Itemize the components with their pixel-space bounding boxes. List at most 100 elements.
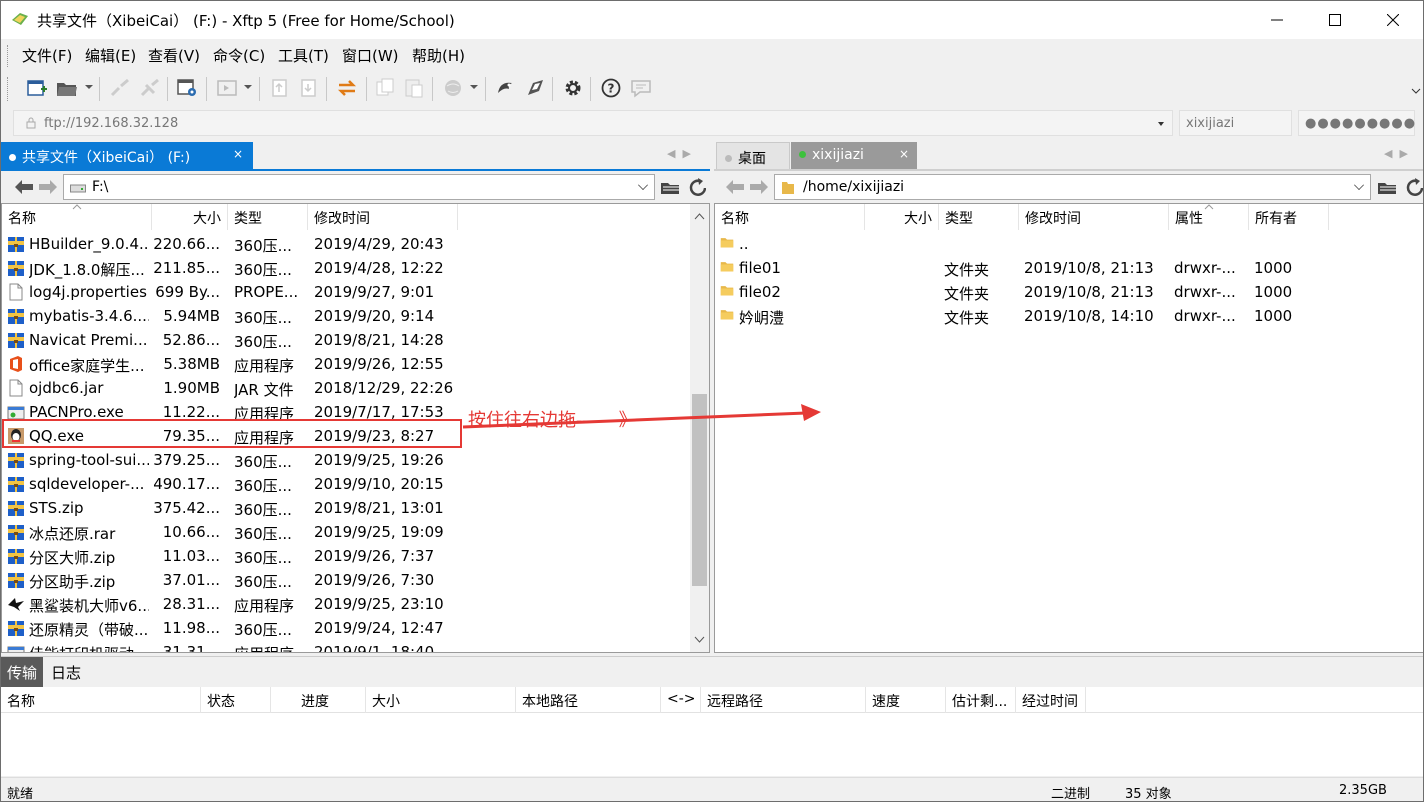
- file-row[interactable]: 黑鲨装机大师v6... 28.31... 应用程序 2019/9/25, 23:10: [2, 592, 709, 616]
- xftp-new-icon[interactable]: [523, 77, 547, 99]
- xcol-remote-path[interactable]: 远程路径: [701, 687, 866, 713]
- file-row[interactable]: 分区助手.zip 37.01... 360压... 2019/9/26, 7:30: [2, 568, 709, 592]
- file-row[interactable]: 佳能打印机驱动... 31.31... 应用程序 2019/9/1, 18:40: [2, 640, 709, 652]
- xcol-name[interactable]: 名称: [1, 687, 201, 713]
- local-path-field[interactable]: F:\: [63, 174, 655, 200]
- open-dropdown-arrow[interactable]: [85, 85, 93, 89]
- folder-refresh-icon[interactable]: [1377, 176, 1423, 198]
- file-modified: 2019/9/24, 12:47: [314, 619, 444, 637]
- maximize-button[interactable]: [1306, 1, 1364, 39]
- sync-transfer-icon[interactable]: [335, 77, 359, 99]
- xcol-progress[interactable]: 进度: [271, 687, 366, 713]
- chat-icon[interactable]: [629, 77, 653, 99]
- properties-icon[interactable]: [175, 77, 199, 99]
- xshell-icon[interactable]: [494, 77, 518, 99]
- file-row[interactable]: spring-tool-sui... 379.25... 360压... 2019/9…: [2, 448, 709, 472]
- file-type: 360压...: [234, 237, 292, 255]
- remote-file-row[interactable]: ..: [715, 232, 1423, 256]
- file-row[interactable]: log4j.properties 699 By... PROPE... 2019/9/…: [2, 280, 709, 304]
- tab-close-icon[interactable]: ×: [233, 147, 243, 161]
- file-row[interactable]: JDK_1.8.0解压... 211.85... 360压... 2019/4/28,…: [2, 256, 709, 280]
- terminal-dropdown-arrow[interactable]: [244, 85, 252, 89]
- xcol-speed[interactable]: 速度: [866, 687, 946, 713]
- col-type[interactable]: 类型: [228, 204, 308, 230]
- xcol-elapsed[interactable]: 经过时间: [1016, 687, 1086, 713]
- remote-file-row[interactable]: file02 文件夹 2019/10/8, 21:13 drwxr-... 1000: [715, 280, 1423, 304]
- new-session-icon[interactable]: [25, 77, 49, 99]
- file-row[interactable]: mybatis-3.4.6.... 5.94MB 360压... 2019/9/20,…: [2, 304, 709, 328]
- toolbar-overflow-icon[interactable]: [1411, 85, 1421, 97]
- back-forward-icon[interactable]: [13, 178, 59, 196]
- tab-scroll-arrows-icon[interactable]: ◀ ▶: [1384, 147, 1408, 160]
- tab-local-share[interactable]: 共享文件（XibeiCai） (F:) ×: [1, 142, 253, 169]
- path-dropdown-arrow[interactable]: [638, 180, 648, 190]
- col-owner[interactable]: 所有者: [1249, 204, 1329, 230]
- globe-dropdown-arrow[interactable]: [470, 85, 478, 89]
- upload-icon[interactable]: [268, 77, 292, 99]
- file-row[interactable]: ojdbc6.jar 1.90MB JAR 文件 2018/12/29, 22:26: [2, 376, 709, 400]
- back-forward-icon[interactable]: [724, 178, 770, 196]
- password-field[interactable]: ●●●●●●●●●: [1298, 110, 1415, 136]
- col-size[interactable]: 大小: [865, 204, 939, 230]
- disconnect-icon[interactable]: [138, 77, 162, 99]
- svg-text:?: ?: [608, 82, 615, 96]
- file-attributes: drwxr-...: [1174, 283, 1236, 301]
- remote-pane: 桌面 xixijiazi × ◀ ▶ /home/xixijiazi 名称 大小…: [714, 139, 1423, 653]
- address-input[interactable]: ftp://192.168.32.128: [13, 110, 1173, 136]
- col-size[interactable]: 大小: [152, 204, 228, 230]
- path-dropdown-arrow[interactable]: [1354, 180, 1364, 190]
- xcol-direction[interactable]: <->: [661, 687, 701, 713]
- file-row[interactable]: HBuilder_9.0.4... 220.66... 360压... 2019/4/…: [2, 232, 709, 256]
- xcol-size[interactable]: 大小: [366, 687, 516, 713]
- tab-transfer[interactable]: 传输: [1, 657, 44, 687]
- file-row[interactable]: STS.zip 375.42... 360压... 2019/8/21, 13:01: [2, 496, 709, 520]
- address-dropdown-arrow[interactable]: [1158, 122, 1164, 126]
- file-row[interactable]: office家庭学生... 5.38MB 应用程序 2019/9/26, 12:55: [2, 352, 709, 376]
- file-row[interactable]: 还原精灵（带破... 11.98... 360压... 2019/9/24, 12:4…: [2, 616, 709, 640]
- file-row[interactable]: 冰点还原.rar 10.66... 360压... 2019/9/25, 19:09: [2, 520, 709, 544]
- tab-log[interactable]: 日志: [45, 657, 87, 687]
- xcol-eta[interactable]: 估计剩...: [946, 687, 1016, 713]
- file-row[interactable]: Navicat Premi... 52.86... 360压... 2019/8/21…: [2, 328, 709, 352]
- menu-edit[interactable]: 编辑(E): [85, 45, 136, 66]
- menu-view[interactable]: 查看(V): [148, 45, 200, 66]
- copy-icon[interactable]: [373, 77, 397, 99]
- col-modified[interactable]: 修改时间: [308, 204, 458, 230]
- tab-desktop[interactable]: 桌面: [716, 142, 790, 169]
- open-folder-icon[interactable]: [55, 77, 79, 99]
- folder-refresh-icon[interactable]: [660, 176, 706, 198]
- menu-help[interactable]: 帮助(H): [412, 45, 465, 66]
- paste-icon[interactable]: [402, 77, 426, 99]
- file-file-icon: [7, 283, 25, 301]
- col-type[interactable]: 类型: [939, 204, 1019, 230]
- minimize-button[interactable]: [1248, 1, 1306, 39]
- scroll-up-icon[interactable]: [694, 212, 705, 220]
- col-name[interactable]: 名称: [715, 204, 865, 230]
- remote-path-field[interactable]: /home/xixijiazi: [774, 174, 1371, 200]
- username-field[interactable]: xixijiazi: [1179, 110, 1292, 136]
- toolbar-separator: [99, 77, 100, 101]
- menu-file[interactable]: 文件(F): [22, 45, 72, 66]
- file-row[interactable]: 分区大师.zip 11.03... 360压... 2019/9/26, 7:37: [2, 544, 709, 568]
- status-bar: 就绪 二进制 35 对象 2.35GB: [1, 777, 1423, 801]
- terminal-icon[interactable]: [215, 77, 239, 99]
- tab-scroll-arrows-icon[interactable]: ◀ ▶: [667, 147, 691, 160]
- close-button[interactable]: [1364, 1, 1422, 39]
- help-icon[interactable]: ?: [599, 77, 623, 99]
- xcol-status[interactable]: 状态: [201, 687, 271, 713]
- file-row[interactable]: sqldeveloper-... 490.17... 360压... 2019/9/1…: [2, 472, 709, 496]
- gear-icon[interactable]: [561, 77, 585, 99]
- download-icon[interactable]: [297, 77, 321, 99]
- xcol-local-path[interactable]: 本地路径: [516, 687, 661, 713]
- remote-file-row[interactable]: file01 文件夹 2019/10/8, 21:13 drwxr-... 1000: [715, 256, 1423, 280]
- remote-file-row[interactable]: 妗岄澧 文件夹 2019/10/8, 14:10 drwxr-... 1000: [715, 304, 1423, 328]
- connect-icon[interactable]: [108, 77, 132, 99]
- menu-tools[interactable]: 工具(T): [278, 45, 329, 66]
- tab-close-icon[interactable]: ×: [899, 147, 909, 161]
- scroll-down-icon[interactable]: [694, 636, 705, 644]
- globe-icon[interactable]: [441, 77, 465, 99]
- col-modified[interactable]: 修改时间: [1019, 204, 1169, 230]
- menu-window[interactable]: 窗口(W): [342, 45, 399, 66]
- tab-remote-session[interactable]: xixijiazi ×: [791, 142, 917, 169]
- menu-command[interactable]: 命令(C): [213, 45, 265, 66]
